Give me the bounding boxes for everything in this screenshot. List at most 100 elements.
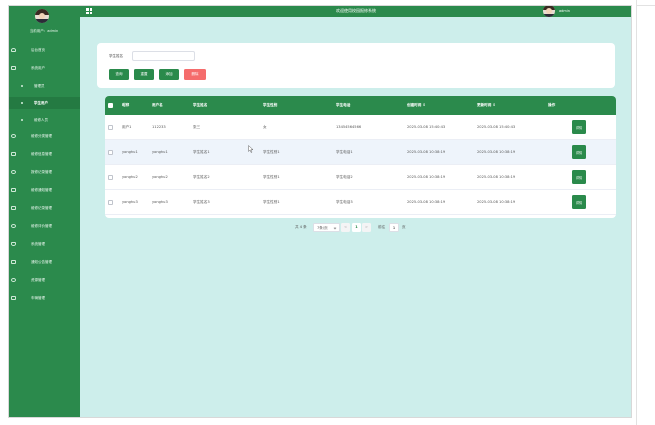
sidebar: 当前用户：admin 后台首页 系统用户 管理员 学生用户 维修人员 维修分类管… (8, 5, 80, 418)
sidebar-item-resources[interactable]: 资源管理 (8, 274, 80, 286)
table-row[interactable]: yonghu3 yonghu3 学生姓名3 学生性别1 学生电话3 2025-0… (105, 190, 616, 215)
cell-updated: 2025-03-08 10:38:19 (477, 200, 516, 204)
page-suffix-label: 页 (402, 225, 406, 229)
sidebar-item-admin[interactable]: 管理员 (8, 80, 80, 92)
cell-created: 2025-03-08 10:38:19 (407, 175, 446, 179)
cell-nickname: 用户1 (122, 124, 132, 129)
detail-button[interactable]: 详情 (572, 170, 586, 184)
chevron-down-icon (333, 226, 337, 230)
student-name-input[interactable] (132, 51, 195, 61)
row-checkbox[interactable] (108, 199, 113, 205)
circle-icon (11, 278, 16, 282)
search-panel: 学生姓名 查询 重置 添加 删除 (97, 43, 615, 88)
cell-created: 2025-03-08 10:38:19 (407, 200, 446, 204)
goto-page-input[interactable] (389, 223, 399, 232)
detail-button[interactable]: 详情 (572, 120, 586, 134)
detail-button[interactable]: 详情 (572, 145, 586, 159)
table-row[interactable]: yonghu2 yonghu2 学生姓名2 学生性别1 学生电话2 2025-0… (105, 165, 616, 190)
prev-page-button[interactable]: < (341, 223, 350, 232)
avatar[interactable] (35, 9, 49, 23)
column-header-sortable[interactable]: 创建时间 ⇕ (407, 96, 426, 115)
sidebar-item-repair-request[interactable]: 报修记录管理 (8, 166, 80, 178)
cell-username: yonghu3 (152, 200, 168, 204)
cell-name: 学生姓名1 (193, 149, 210, 154)
sidebar-item-repair-info[interactable]: 维修信息管理 (8, 148, 80, 160)
cell-name: 学生姓名2 (193, 174, 210, 179)
row-checkbox[interactable] (108, 124, 113, 130)
column-header: 操作 (548, 103, 556, 107)
bullet-icon (21, 119, 23, 121)
cell-phone: 学生电话1 (336, 149, 353, 154)
table-icon (11, 296, 16, 300)
top-bar: 欢迎使用校园报修系统 admin (80, 5, 632, 17)
cell-phone: 学生电话2 (336, 174, 353, 179)
column-header: 用户名 (152, 103, 163, 107)
sidebar-item-vehicles[interactable]: 车辆管理 (8, 292, 80, 304)
row-checkbox[interactable] (108, 149, 113, 155)
student-name-label: 学生姓名 (109, 54, 123, 58)
doc-icon (11, 152, 16, 156)
shield-icon (11, 242, 16, 246)
add-button[interactable]: 添加 (159, 69, 179, 80)
cell-phone: 13454564566 (336, 125, 362, 129)
page-number-button[interactable]: 1 (352, 223, 361, 232)
sidebar-item-announcement[interactable]: 通知公告管理 (8, 256, 80, 268)
cell-nickname: yonghu3 (122, 200, 138, 204)
pagination-total: 共 4 条 (295, 225, 307, 229)
circle-icon (11, 170, 16, 174)
query-button[interactable]: 查询 (109, 69, 129, 80)
next-page-button[interactable]: > (362, 223, 371, 232)
cell-nickname: yonghu2 (122, 175, 138, 179)
cell-name: 学生姓名3 (193, 199, 210, 204)
table-row[interactable]: 用户1 112233 张三 女 13454564566 2025-03-08 1… (105, 115, 616, 140)
column-header: 学生性别 (263, 103, 278, 107)
cell-gender: 学生性别1 (263, 149, 280, 154)
sidebar-item-repair-notice[interactable]: 维修通知管理 (8, 184, 80, 196)
cell-username: yonghu2 (152, 175, 168, 179)
cell-updated: 2025-03-08 15:40:43 (477, 125, 516, 129)
bullet-icon (21, 85, 23, 87)
cell-nickname: yonghu1 (122, 150, 138, 154)
bullet-icon (21, 102, 23, 104)
screen-edge-divider (636, 5, 655, 6)
screen-edge-divider (636, 0, 637, 425)
cell-username: yonghu1 (152, 150, 168, 154)
row-checkbox[interactable] (108, 174, 113, 180)
table-row[interactable]: yonghu1 yonghu1 学生姓名1 学生性别1 学生电话1 2025-0… (105, 140, 616, 165)
sidebar-item-students[interactable]: 学生用户 (8, 97, 80, 109)
column-header: 昵称 (122, 103, 130, 107)
sidebar-item-repair-category[interactable]: 维修分类管理 (8, 130, 80, 142)
page-size-select[interactable]: 7条/页 (313, 223, 340, 232)
table-icon (11, 188, 16, 192)
cursor-icon (248, 145, 254, 153)
detail-button[interactable]: 详情 (572, 195, 586, 209)
doc-icon (11, 206, 16, 210)
sidebar-item-repair-staff[interactable]: 维修人员 (8, 114, 80, 126)
column-header-sortable[interactable]: 更新时间 ⇕ (477, 96, 496, 115)
sidebar-item-system[interactable]: 系统管理 (8, 238, 80, 250)
current-user-label: 当前用户：admin (29, 29, 59, 33)
cell-name: 张三 (193, 124, 201, 129)
doc-icon (11, 260, 16, 264)
table-header: 昵称 用户名 学生姓名 学生性别 学生电话 创建时间 ⇕ 更新时间 ⇕ 操作 (105, 96, 616, 115)
avatar[interactable] (543, 5, 555, 17)
username-label[interactable]: admin (559, 5, 570, 17)
cell-username: 112233 (152, 125, 166, 129)
cell-phone: 学生电话3 (336, 199, 353, 204)
reset-button[interactable]: 重置 (134, 69, 154, 80)
student-table: 昵称 用户名 学生姓名 学生性别 学生电话 创建时间 ⇕ 更新时间 ⇕ 操作 用… (105, 96, 616, 218)
column-header: 学生姓名 (193, 103, 208, 107)
sidebar-item-home[interactable]: 后台首页 (8, 44, 80, 56)
select-all-checkbox[interactable] (108, 103, 113, 108)
cell-updated: 2025-03-08 10:38:19 (477, 175, 516, 179)
sidebar-item-repair-review[interactable]: 维修评价管理 (8, 220, 80, 232)
circle-icon (11, 224, 16, 228)
delete-button[interactable]: 删除 (184, 69, 206, 80)
sidebar-item-system-users[interactable]: 系统用户 (8, 62, 80, 74)
cell-gender: 学生性别1 (263, 199, 280, 204)
circle-icon (11, 134, 16, 138)
sidebar-item-repair-record[interactable]: 维修记录管理 (8, 202, 80, 214)
cell-gender: 女 (263, 124, 267, 129)
table-icon (11, 66, 16, 70)
goto-label: 前往 (378, 225, 386, 229)
